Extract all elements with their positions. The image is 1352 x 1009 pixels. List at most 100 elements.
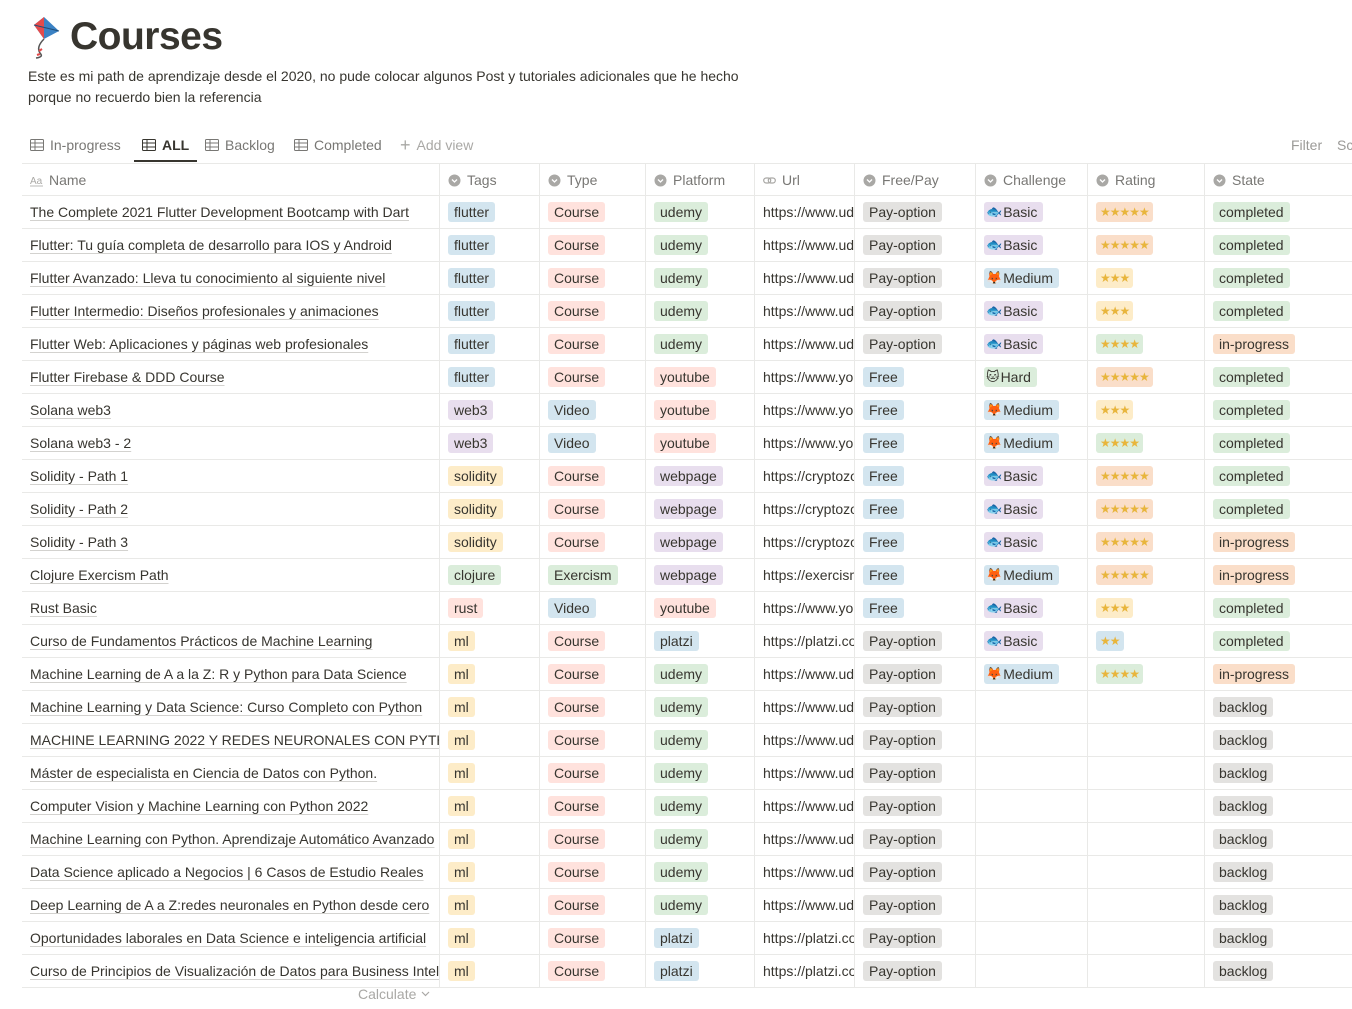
cell-state[interactable]: completed bbox=[1205, 229, 1352, 261]
url-link[interactable]: https://www.youtube.com/ bbox=[763, 369, 854, 385]
cell-platform[interactable]: platzi bbox=[646, 922, 755, 954]
column-header-name[interactable]: Aa Name bbox=[22, 164, 440, 196]
cell-state[interactable]: completed bbox=[1205, 592, 1352, 624]
cell-tags[interactable]: solidity bbox=[440, 493, 540, 525]
url-link[interactable]: https://cryptozombies.io/ bbox=[763, 468, 854, 484]
page-description[interactable]: Este es mi path de aprendizaje desde el … bbox=[28, 66, 788, 108]
cell-free[interactable]: Pay-option bbox=[855, 856, 976, 888]
cell-rating[interactable]: ★★★★★ bbox=[1088, 361, 1205, 393]
url-link[interactable]: https://www.udemy.com/ bbox=[763, 765, 854, 781]
cell-free[interactable]: Pay-option bbox=[855, 757, 976, 789]
cell-url[interactable]: https://www.youtube.com/ bbox=[755, 427, 855, 459]
course-name[interactable]: The Complete 2021 Flutter Development Bo… bbox=[30, 204, 409, 220]
cell-challenge[interactable] bbox=[976, 724, 1088, 756]
course-name[interactable]: Máster de especialista en Ciencia de Dat… bbox=[30, 765, 377, 781]
cell-tags[interactable]: ml bbox=[440, 790, 540, 822]
table-row[interactable]: Flutter Intermedio: Diseños profesionale… bbox=[22, 295, 1352, 328]
cell-url[interactable]: https://www.youtube.com/ bbox=[755, 592, 855, 624]
kite-icon[interactable] bbox=[26, 15, 62, 59]
url-link[interactable]: https://exercism.org/ bbox=[763, 567, 854, 583]
cell-type[interactable]: Course bbox=[540, 493, 646, 525]
cell-type[interactable]: Course bbox=[540, 196, 646, 228]
url-link[interactable]: https://www.udemy.com/ bbox=[763, 699, 854, 715]
cell-challenge[interactable]: 🐟 Basic bbox=[976, 592, 1088, 624]
cell-tags[interactable]: clojure bbox=[440, 559, 540, 591]
table-row[interactable]: MACHINE LEARNING 2022 Y REDES NEURONALES… bbox=[22, 724, 1352, 757]
course-name[interactable]: Machine Learning y Data Science: Curso C… bbox=[30, 699, 422, 715]
tab-all[interactable]: ALL bbox=[134, 128, 198, 162]
cell-state[interactable]: backlog bbox=[1205, 823, 1352, 855]
cell-rating[interactable]: ★★★★ bbox=[1088, 328, 1205, 360]
cell-url[interactable]: https://cryptozombies.io/ bbox=[755, 493, 855, 525]
cell-type[interactable]: Course bbox=[540, 658, 646, 690]
cell-url[interactable]: https://www.udemy.com/ bbox=[755, 724, 855, 756]
add-view-button[interactable]: + Add view bbox=[400, 128, 473, 162]
cell-tags[interactable]: ml bbox=[440, 823, 540, 855]
course-name[interactable]: Machine Learning con Python. Aprendizaje… bbox=[30, 831, 434, 847]
course-name[interactable]: Solana web3 bbox=[30, 402, 111, 418]
table-row[interactable]: Machine Learning de A a la Z: R y Python… bbox=[22, 658, 1352, 691]
url-link[interactable]: https://www.udemy.com/ bbox=[763, 864, 854, 880]
cell-tags[interactable]: ml bbox=[440, 625, 540, 657]
cell-free[interactable]: Free bbox=[855, 526, 976, 558]
cell-challenge[interactable]: 🐟 Basic bbox=[976, 196, 1088, 228]
cell-name[interactable]: Rust Basic bbox=[22, 592, 440, 624]
cell-challenge[interactable]: 🐟 Basic bbox=[976, 229, 1088, 261]
cell-state[interactable]: completed bbox=[1205, 394, 1352, 426]
cell-type[interactable]: Course bbox=[540, 757, 646, 789]
cell-url[interactable]: https://www.youtube.com/ bbox=[755, 394, 855, 426]
course-name[interactable]: Solidity - Path 1 bbox=[30, 468, 128, 484]
cell-challenge[interactable] bbox=[976, 691, 1088, 723]
course-name[interactable]: Flutter Intermedio: Diseños profesionale… bbox=[30, 303, 379, 319]
cell-state[interactable]: completed bbox=[1205, 427, 1352, 459]
url-link[interactable]: https://www.udemy.com/ bbox=[763, 798, 854, 814]
cell-challenge[interactable]: 🐟 Basic bbox=[976, 625, 1088, 657]
table-row[interactable]: The Complete 2021 Flutter Development Bo… bbox=[22, 196, 1352, 229]
url-link[interactable]: https://www.udemy.com/ bbox=[763, 831, 854, 847]
cell-state[interactable]: completed bbox=[1205, 262, 1352, 294]
cell-platform[interactable]: udemy bbox=[646, 724, 755, 756]
cell-type[interactable]: Course bbox=[540, 922, 646, 954]
cell-challenge[interactable]: 🐟 Basic bbox=[976, 493, 1088, 525]
course-name[interactable]: Curso de Fundamentos Prácticos de Machin… bbox=[30, 633, 372, 649]
cell-rating[interactable]: ★★★★★ bbox=[1088, 493, 1205, 525]
cell-challenge[interactable]: 🦊 Medium bbox=[976, 427, 1088, 459]
cell-name[interactable]: Solidity - Path 2 bbox=[22, 493, 440, 525]
cell-name[interactable]: Solana web3 - 2 bbox=[22, 427, 440, 459]
cell-url[interactable]: https://platzi.com/ bbox=[755, 625, 855, 657]
cell-tags[interactable]: ml bbox=[440, 658, 540, 690]
cell-name[interactable]: Flutter Web: Aplicaciones y páginas web … bbox=[22, 328, 440, 360]
filter-button[interactable]: Filter bbox=[1291, 128, 1322, 162]
cell-platform[interactable]: platzi bbox=[646, 625, 755, 657]
cell-challenge[interactable]: 🐟 Basic bbox=[976, 460, 1088, 492]
cell-name[interactable]: Machine Learning con Python. Aprendizaje… bbox=[22, 823, 440, 855]
url-link[interactable]: https://www.udemy.com/ bbox=[763, 666, 854, 682]
course-name[interactable]: Flutter Avanzado: Lleva tu conocimiento … bbox=[30, 270, 385, 286]
cell-state[interactable]: backlog bbox=[1205, 691, 1352, 723]
cell-free[interactable]: Pay-option bbox=[855, 658, 976, 690]
cell-name[interactable]: Máster de especialista en Ciencia de Dat… bbox=[22, 757, 440, 789]
column-header-rating[interactable]: Rating bbox=[1088, 164, 1205, 196]
cell-challenge[interactable]: 🐟 Basic bbox=[976, 295, 1088, 327]
table-row[interactable]: Deep Learning de A a Z:redes neuronales … bbox=[22, 889, 1352, 922]
cell-state[interactable]: in-progress bbox=[1205, 559, 1352, 591]
cell-name[interactable]: Oportunidades laborales en Data Science … bbox=[22, 922, 440, 954]
cell-challenge[interactable] bbox=[976, 922, 1088, 954]
cell-challenge[interactable]: 🐟 Basic bbox=[976, 328, 1088, 360]
tab-completed[interactable]: Completed bbox=[294, 128, 382, 162]
cell-name[interactable]: Machine Learning y Data Science: Curso C… bbox=[22, 691, 440, 723]
cell-state[interactable]: completed bbox=[1205, 196, 1352, 228]
url-link[interactable]: https://www.udemy.com/ bbox=[763, 897, 854, 913]
table-row[interactable]: Máster de especialista en Ciencia de Dat… bbox=[22, 757, 1352, 790]
cell-tags[interactable]: solidity bbox=[440, 460, 540, 492]
table-row[interactable]: Computer Vision y Machine Learning con P… bbox=[22, 790, 1352, 823]
cell-free[interactable]: Pay-option bbox=[855, 229, 976, 261]
cell-tags[interactable]: flutter bbox=[440, 196, 540, 228]
cell-tags[interactable]: flutter bbox=[440, 229, 540, 261]
cell-type[interactable]: Course bbox=[540, 625, 646, 657]
url-link[interactable]: https://www.youtube.com/ bbox=[763, 435, 854, 451]
table-row[interactable]: Solidity - Path 2 solidity Course webpage ht… bbox=[22, 493, 1352, 526]
table-row[interactable]: Solidity - Path 1 solidity Course webpage ht… bbox=[22, 460, 1352, 493]
cell-url[interactable]: https://cryptozombies.io/ bbox=[755, 526, 855, 558]
cell-tags[interactable]: web3 bbox=[440, 394, 540, 426]
